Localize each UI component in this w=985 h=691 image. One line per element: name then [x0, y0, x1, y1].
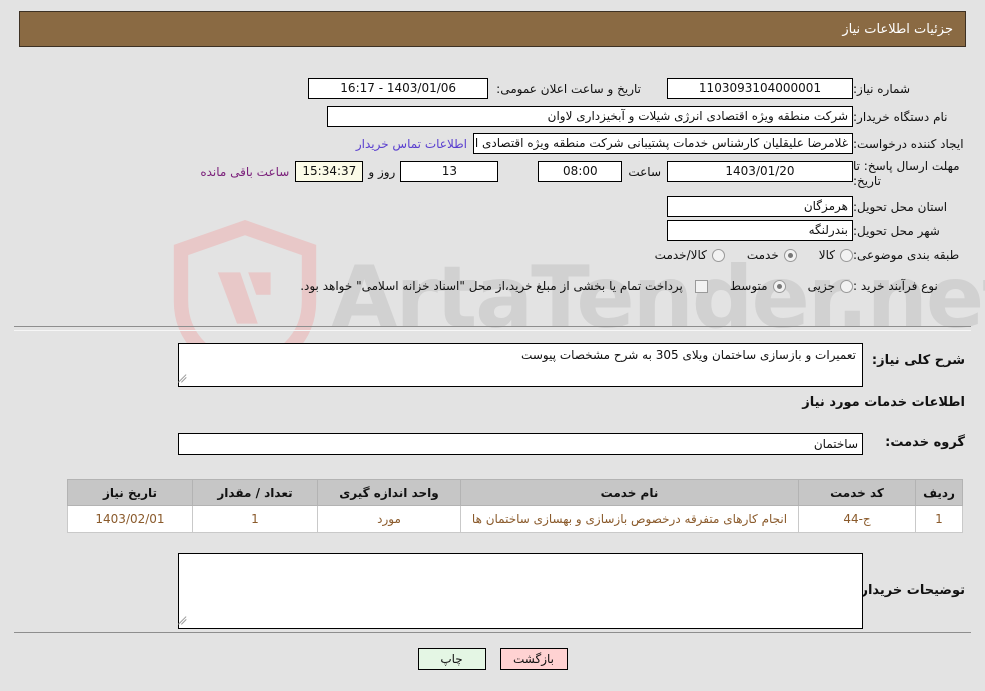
- buyer-org-field: شرکت منطقه ویژه اقتصادی انرژی شیلات و آب…: [327, 106, 853, 127]
- buyer-notes-label: توضیحات خریدار:: [855, 583, 965, 598]
- radio-jozei-icon[interactable]: [840, 279, 853, 293]
- treasury-note-text: پرداخت تمام یا بخشی از مبلغ خرید،از محل …: [300, 279, 683, 293]
- radio-khedmat-icon[interactable]: [783, 248, 797, 262]
- city-field: بندرلنگه: [667, 220, 853, 241]
- general-description-label-wrap: شرح کلی نیاز:: [872, 353, 965, 368]
- category-option-kala-khedmat[interactable]: کالا/خدمت: [655, 248, 725, 262]
- process-option-motavaset[interactable]: متوسط: [730, 279, 786, 293]
- general-description-textarea[interactable]: تعمیرات و بازسازی ساختمان ویلای 305 به ش…: [178, 343, 863, 387]
- category-row: طبقه بندی موضوعی: کالا خدمت کالا/خدمت: [633, 248, 965, 262]
- requester-field: غلامرضا علیقلیان کارشناس خدمات پشتیبانی …: [473, 133, 853, 154]
- buyer-org-row: نام دستگاه خریدار: شرکت منطقه ویژه اقتصا…: [327, 106, 965, 127]
- th-unit: واحد اندازه گیری: [317, 479, 461, 506]
- table-header-row: ردیف کد خدمت نام خدمت واحد اندازه گیری ت…: [67, 479, 963, 506]
- page-header: جزئیات اطلاعات نیاز: [19, 11, 966, 47]
- deadline-label: مهلت ارسال پاسخ: تا تاریخ:: [853, 159, 960, 188]
- deadline-days-field: 13: [400, 161, 499, 182]
- deadline-remaining-label: ساعت باقی مانده: [200, 164, 290, 179]
- table-row: 1 ج-44 انجام کارهای متفرقه درخصوص بازساز…: [67, 505, 963, 533]
- buyer-org-label: نام دستگاه خریدار:: [853, 109, 948, 124]
- radio-motavaset-icon[interactable]: [772, 279, 786, 293]
- need-number-label: شماره نیاز:: [853, 81, 910, 96]
- print-button[interactable]: چاپ: [417, 648, 486, 670]
- radio-kala-khedmat-icon[interactable]: [711, 248, 725, 262]
- buyer-contact-link[interactable]: اطلاعات تماس خریدار: [356, 137, 467, 151]
- category-option-label-1: خدمت: [746, 248, 779, 262]
- td-name: انجام کارهای متفرقه درخصوص بازسازی و بهس…: [460, 505, 799, 533]
- need-info-panel: شماره نیاز: 1103093104000001 تاریخ و ساع…: [14, 62, 971, 327]
- announce-datetime-label: تاریخ و ساعت اعلان عمومی:: [496, 81, 641, 96]
- service-group-row: گروه خدمت:: [885, 435, 965, 450]
- province-field: هرمزگان: [667, 196, 853, 217]
- province-row: استان محل تحویل: هرمزگان: [667, 196, 965, 217]
- process-option-label-1: متوسط: [729, 279, 768, 293]
- service-group-field: ساختمان: [178, 433, 863, 455]
- category-option-label-0: کالا: [818, 248, 835, 262]
- deadline-row: 1403/01/20 ساعت 08:00 13 روز و 15:34:37 …: [200, 161, 853, 182]
- category-option-khedmat[interactable]: خدمت: [747, 248, 797, 262]
- purchase-process-row: نوع فرآیند خرید : جزیی متوسط پرداخت تمام…: [300, 279, 965, 293]
- deadline-remaining-timer: 15:34:37: [295, 161, 364, 182]
- need-number-field: 1103093104000001: [667, 78, 853, 99]
- deadline-days-label: روز و: [368, 164, 396, 179]
- th-index: ردیف: [915, 479, 963, 506]
- back-button[interactable]: بازگشت: [499, 648, 568, 670]
- service-group-label: گروه خدمت:: [885, 435, 965, 450]
- treasury-note-checkbox[interactable]: [694, 279, 708, 293]
- th-need-date: تاریخ نیاز: [67, 479, 193, 506]
- services-table: ردیف کد خدمت نام خدمت واحد اندازه گیری ت…: [67, 479, 963, 533]
- province-label: استان محل تحویل:: [853, 199, 948, 214]
- th-name: نام خدمت: [460, 479, 799, 506]
- city-row: شهر محل تحویل: بندرلنگه: [667, 220, 965, 241]
- category-label: طبقه بندی موضوعی:: [853, 248, 960, 262]
- td-unit: مورد: [317, 505, 461, 533]
- action-buttons: بازگشت چاپ: [0, 648, 985, 670]
- td-index: 1: [915, 505, 963, 533]
- need-number-row: شماره نیاز: 1103093104000001: [667, 78, 965, 99]
- td-code: ج-44: [798, 505, 916, 533]
- buyer-notes-textarea[interactable]: [178, 553, 863, 629]
- announce-datetime-field: 1403/01/06 - 16:17: [308, 78, 489, 99]
- service-details-panel: شرح کلی نیاز: تعمیرات و بازسازی ساختمان …: [14, 330, 971, 633]
- services-info-heading: اطلاعات خدمات مورد نیاز: [802, 395, 965, 410]
- th-quantity: تعداد / مقدار: [192, 479, 318, 506]
- requester-row: ایجاد کننده درخواست: غلامرضا علیقلیان کا…: [356, 133, 965, 154]
- city-label: شهر محل تحویل:: [853, 223, 940, 238]
- general-description-label: شرح کلی نیاز:: [871, 353, 965, 368]
- buyer-notes-label-wrap: توضیحات خریدار:: [855, 583, 965, 598]
- deadline-label-wrap: مهلت ارسال پاسخ: تا تاریخ:: [853, 159, 965, 189]
- deadline-time-label: ساعت: [628, 164, 661, 179]
- process-option-jozei[interactable]: جزیی: [808, 279, 853, 293]
- announce-datetime-row: تاریخ و ساعت اعلان عمومی: 1403/01/06 - 1…: [308, 78, 641, 99]
- deadline-date-field: 1403/01/20: [667, 161, 853, 182]
- page-title: جزئیات اطلاعات نیاز: [842, 21, 953, 37]
- category-option-label-2: کالا/خدمت: [654, 248, 707, 262]
- td-quantity: 1: [192, 505, 318, 533]
- process-option-label-0: جزیی: [807, 279, 835, 293]
- purchase-process-label: نوع فرآیند خرید :: [853, 279, 938, 293]
- td-need-date: 1403/02/01: [67, 505, 193, 533]
- th-code: کد خدمت: [798, 479, 916, 506]
- deadline-time-field: 08:00: [538, 161, 623, 182]
- category-option-kala[interactable]: کالا: [819, 248, 853, 262]
- radio-kala-icon[interactable]: [840, 248, 853, 262]
- treasury-note-checkbox-wrap[interactable]: [694, 279, 708, 293]
- requester-label: ایجاد کننده درخواست:: [853, 136, 964, 151]
